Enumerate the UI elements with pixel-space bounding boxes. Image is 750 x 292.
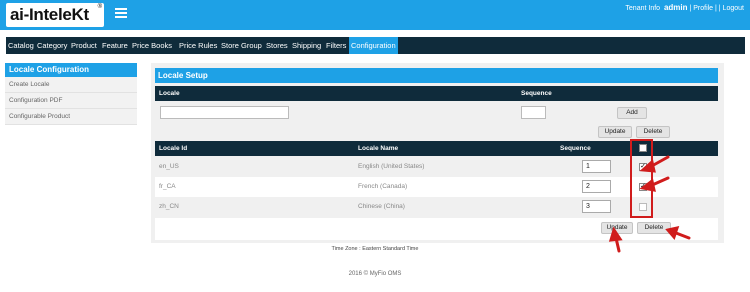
timezone-text: Time Zone : Eastern Standard Time <box>331 246 419 252</box>
arrow-head-2 <box>639 178 656 192</box>
arrow-delete <box>674 231 691 240</box>
copyright-text: 2016 © MyFio OMS <box>348 271 402 277</box>
arrow-head-update <box>608 226 623 242</box>
arrow-head-1 <box>639 159 656 173</box>
arrow-head-delete <box>665 225 680 240</box>
